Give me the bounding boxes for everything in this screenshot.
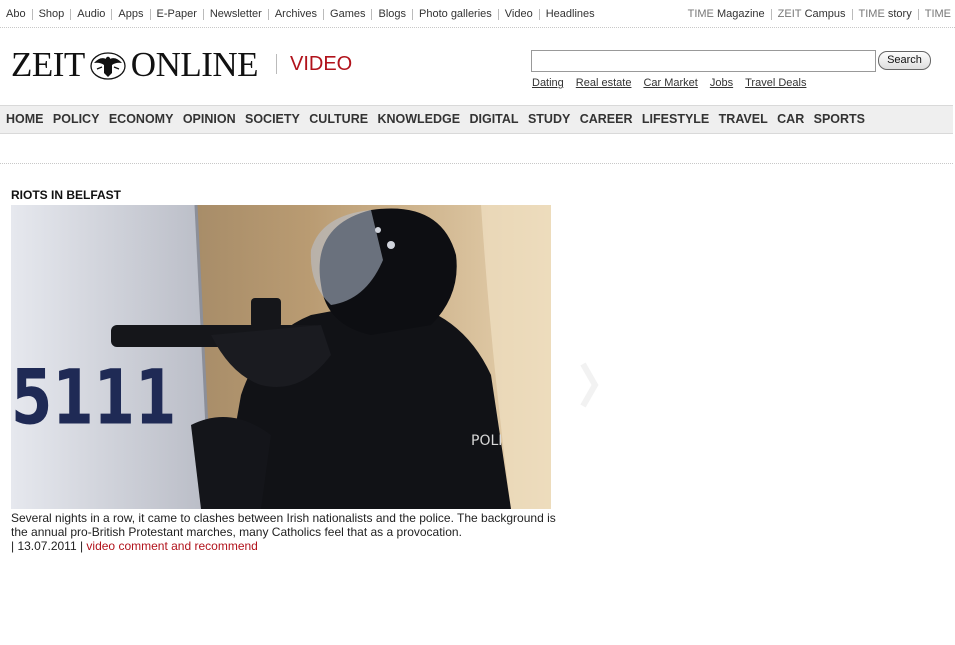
utility-link-shop[interactable]: Shop: [31, 9, 71, 20]
utility-link-blogs[interactable]: Blogs: [371, 9, 412, 20]
teaser-text: Several nights in a row, it came to clas…: [11, 511, 556, 539]
nav-item-policy[interactable]: POLICY: [53, 106, 100, 133]
utility-link-abo[interactable]: Abo: [6, 9, 32, 20]
nav-item-travel[interactable]: TRAVEL: [719, 106, 768, 133]
nav-item-knowledge[interactable]: KNOWLEDGE: [377, 106, 460, 133]
article-date: | 13.07.2011 |: [11, 539, 84, 553]
article-teaser: Several nights in a row, it came to clas…: [11, 511, 556, 553]
utility-link-headlines[interactable]: Headlines: [538, 9, 601, 20]
video-player[interactable]: 5111 POLI: [11, 205, 551, 509]
article-headline[interactable]: RIOTS IN BELFAST: [11, 188, 121, 202]
search-button[interactable]: Search: [878, 51, 931, 70]
utility-link-epaper[interactable]: E-Paper: [149, 9, 203, 20]
partner-prefix: TIME: [924, 8, 951, 20]
partner-prefix: TIME: [687, 8, 714, 20]
main-navigation: HOME POLICY ECONOMY OPINION SOCIETY CULT…: [0, 105, 953, 134]
utility-link-archives[interactable]: Archives: [267, 9, 323, 20]
logo-divider: [276, 54, 277, 74]
partner-name: Campus: [804, 8, 846, 20]
utility-link-newsletter[interactable]: Newsletter: [202, 9, 268, 20]
nav-item-home[interactable]: HOME: [6, 106, 44, 133]
site-logo[interactable]: ZEIT ONLINE: [11, 45, 259, 84]
nav-item-culture[interactable]: CULTURE: [309, 106, 368, 133]
nav-item-car[interactable]: CAR: [777, 106, 804, 133]
service-links: Dating Real estate Car Market Jobs Travel De…: [532, 77, 818, 89]
eagle-crest-icon: [88, 50, 128, 80]
partner-link-time-magazine[interactable]: TIME Magazine: [682, 9, 771, 20]
service-link-dating[interactable]: Dating: [532, 77, 564, 89]
utility-link-games[interactable]: Games: [323, 9, 371, 20]
nav-item-sports[interactable]: SPORTS: [814, 106, 865, 133]
partner-name: story: [887, 8, 912, 20]
video-frame: 5111 POLI: [11, 205, 551, 509]
service-link-real-estate[interactable]: Real estate: [576, 77, 632, 89]
search-input[interactable]: [531, 50, 876, 72]
utility-links-left: Abo Shop Audio Apps E-Paper Newsletter Archive…: [6, 8, 601, 20]
top-utility-bar: Abo Shop Audio Apps E-Paper Newsletter Archive…: [0, 0, 955, 28]
section-title[interactable]: VIDEO: [290, 53, 352, 76]
partner-prefix: ZEIT: [777, 8, 802, 20]
service-link-travel-deals[interactable]: Travel Deals: [745, 77, 806, 89]
logo-word-online: ONLINE: [130, 45, 259, 84]
nav-item-study[interactable]: STUDY: [528, 106, 570, 133]
service-link-car-market[interactable]: Car Market: [643, 77, 697, 89]
nav-item-lifestyle[interactable]: LIFESTYLE: [642, 106, 709, 133]
utility-link-video[interactable]: Video: [497, 9, 539, 20]
partner-link-time[interactable]: TIME: [917, 8, 951, 20]
partner-prefix: TIME: [858, 8, 885, 20]
partner-link-zeit-campus[interactable]: ZEIT Campus: [770, 8, 852, 20]
partner-name: Magazine: [716, 8, 765, 20]
section-divider: [0, 163, 953, 164]
utility-link-photo-galleries[interactable]: Photo galleries: [412, 9, 498, 20]
utility-link-apps[interactable]: Apps: [111, 9, 149, 20]
utility-link-audio[interactable]: Audio: [70, 9, 111, 20]
nav-item-career[interactable]: CAREER: [580, 106, 633, 133]
nav-item-digital[interactable]: DIGITAL: [469, 106, 518, 133]
next-arrow-icon[interactable]: [579, 360, 599, 415]
vest-label: POLI: [471, 433, 502, 449]
nav-item-society[interactable]: SOCIETY: [245, 106, 300, 133]
service-link-jobs[interactable]: Jobs: [710, 77, 733, 89]
comment-recommend-link[interactable]: video comment and recommend: [86, 539, 257, 553]
logo-word-zeit: ZEIT: [11, 45, 85, 84]
nav-item-economy[interactable]: ECONOMY: [109, 106, 174, 133]
partner-links: TIME Magazine ZEIT Campus TIME story TIME: [682, 8, 951, 20]
partner-link-time-story[interactable]: TIME story: [851, 8, 918, 20]
nav-item-opinion[interactable]: OPINION: [183, 106, 236, 133]
shield-number: 5111: [11, 354, 176, 442]
